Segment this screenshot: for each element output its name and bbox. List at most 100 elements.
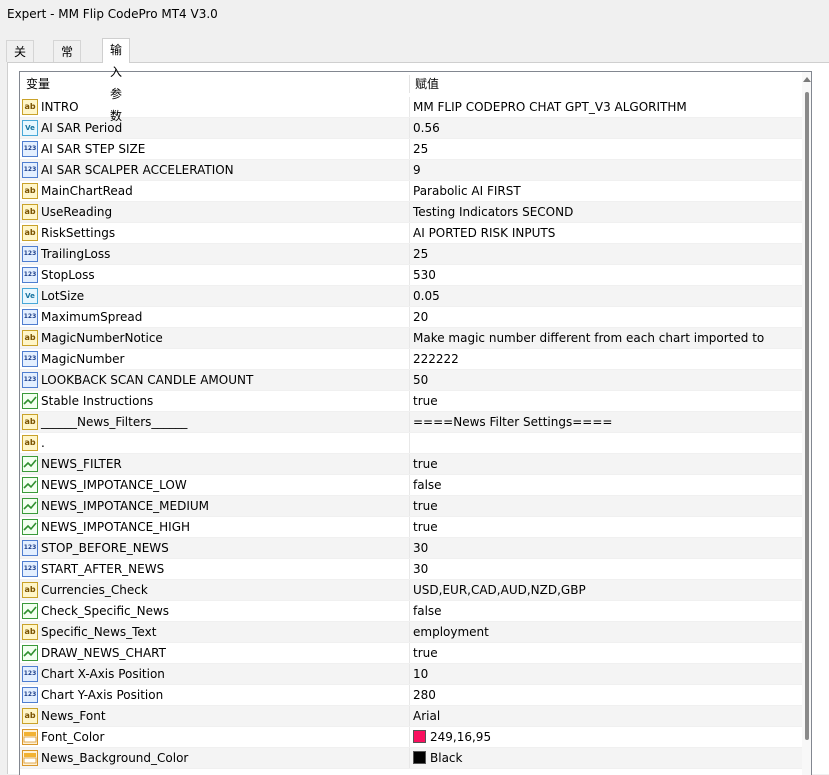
parameter-value-text: 30 (413, 541, 429, 555)
table-row[interactable]: 123 AI SAR SCALPER ACCELERATION 9 (20, 160, 802, 181)
parameter-value-text: true (413, 394, 438, 408)
tab-common[interactable]: 常用 (53, 40, 82, 81)
parameter-value[interactable]: 10 (413, 664, 428, 684)
parameter-value[interactable]: 25 (413, 244, 428, 264)
table-row[interactable]: 123 Chart Y-Axis Position 280 (20, 685, 802, 706)
parameter-value[interactable]: 249,16,95 (413, 727, 491, 747)
bool-icon (22, 456, 38, 472)
parameter-value-text: Black (430, 751, 463, 765)
table-row[interactable]: ab. (20, 433, 802, 454)
parameter-value[interactable]: 25 (413, 139, 428, 159)
parameter-value[interactable]: 0.05 (413, 286, 440, 306)
color-swatch[interactable] (413, 730, 426, 743)
cell-divider (409, 748, 410, 768)
table-row[interactable]: ab Specific_News_Text employment (20, 622, 802, 643)
scroll-up-icon[interactable] (803, 77, 811, 82)
integer-icon: 123 (22, 540, 38, 556)
parameter-value[interactable]: 50 (413, 370, 428, 390)
column-header-variable[interactable]: 变量 (26, 72, 50, 96)
parameter-value[interactable]: Testing Indicators SECOND (413, 202, 573, 222)
column-divider[interactable] (409, 75, 410, 93)
parameter-value[interactable]: 30 (413, 559, 428, 579)
bool-icon (22, 393, 38, 409)
table-row[interactable]: Ve AI SAR Period 0.56 (20, 118, 802, 139)
cell-divider (409, 202, 410, 222)
parameter-value[interactable]: employment (413, 622, 489, 642)
parameter-value[interactable]: true (413, 643, 438, 663)
parameter-value[interactable]: 9 (413, 160, 421, 180)
parameter-value[interactable]: USD,EUR,CAD,AUD,NZD,GBP (413, 580, 586, 600)
parameter-value[interactable]: ====News Filter Settings==== (413, 412, 612, 432)
color-icon (22, 729, 38, 745)
parameter-name: NEWS_IMPOTANCE_LOW (41, 478, 187, 492)
table-row[interactable]: News_Background_Color Black (20, 748, 802, 769)
table-row[interactable]: ab News_Font Arial (20, 706, 802, 727)
cell-divider (409, 244, 410, 264)
parameter-value[interactable]: 280 (413, 685, 436, 705)
parameter-value[interactable]: true (413, 454, 438, 474)
table-row[interactable]: NEWS_IMPOTANCE_MEDIUM true (20, 496, 802, 517)
parameter-value[interactable]: false (413, 601, 442, 621)
table-row[interactable]: 123 LOOKBACK SCAN CANDLE AMOUNT 50 (20, 370, 802, 391)
table-row[interactable]: ab MainChartRead Parabolic AI FIRST (20, 181, 802, 202)
parameter-value[interactable]: true (413, 391, 438, 411)
parameter-value[interactable]: AI PORTED RISK INPUTS (413, 223, 555, 243)
parameter-name: AI SAR STEP SIZE (41, 142, 146, 156)
table-row[interactable]: 123 MagicNumber 222222 (20, 349, 802, 370)
vertical-scrollbar[interactable] (802, 72, 811, 775)
cell-divider (409, 286, 410, 306)
cell-divider (409, 349, 410, 369)
table-row[interactable]: 123 STOP_BEFORE_NEWS 30 (20, 538, 802, 559)
table-row[interactable]: ab UseReading Testing Indicators SECOND (20, 202, 802, 223)
table-row[interactable]: 123 AI SAR STEP SIZE 25 (20, 139, 802, 160)
parameter-value-text: ====News Filter Settings==== (413, 415, 613, 429)
table-row[interactable]: 123 StopLoss 530 (20, 265, 802, 286)
table-row[interactable]: NEWS_FILTER true (20, 454, 802, 475)
table-row[interactable]: Font_Color 249,16,95 (20, 727, 802, 748)
table-row[interactable]: ab INTRO MM FLIP CODEPRO CHAT GPT_V3 ALGOR… (20, 97, 802, 118)
table-row[interactable]: DRAW_NEWS_CHART true (20, 643, 802, 664)
parameter-value-text: true (413, 520, 438, 534)
parameter-value[interactable]: MM FLIP CODEPRO CHAT GPT_V3 ALGORITHM (413, 97, 687, 117)
table-row[interactable]: Check_Specific_News false (20, 601, 802, 622)
parameter-value[interactable]: 222222 (413, 349, 459, 369)
tab-inputs[interactable]: 输入参数 (102, 38, 131, 123)
color-swatch[interactable] (413, 751, 426, 764)
table-row[interactable]: Ve LotSize 0.05 (20, 286, 802, 307)
parameter-value-text: false (413, 604, 442, 618)
parameter-value[interactable]: Black (413, 748, 462, 768)
table-row[interactable]: NEWS_IMPOTANCE_LOW false (20, 475, 802, 496)
parameter-value[interactable]: 20 (413, 307, 428, 327)
column-header-value[interactable]: 赋值 (415, 72, 439, 96)
parameter-name: Currencies_Check (41, 583, 148, 597)
table-row[interactable]: ab MagicNumberNotice Make magic number dif… (20, 328, 802, 349)
parameter-name: INTRO (41, 100, 79, 114)
parameter-name: LOOKBACK SCAN CANDLE AMOUNT (41, 373, 254, 387)
parameter-value[interactable]: Arial (413, 706, 440, 726)
tab-about[interactable]: 关于 (6, 40, 35, 81)
parameter-name: Check_Specific_News (41, 604, 170, 618)
string-icon: ab (22, 708, 38, 724)
parameter-value[interactable]: true (413, 496, 438, 516)
parameter-value[interactable]: true (413, 517, 438, 537)
table-row[interactable]: Stable Instructions true (20, 391, 802, 412)
table-row[interactable]: ab RiskSettings AI PORTED RISK INPUTS (20, 223, 802, 244)
parameter-name: LotSize (41, 289, 85, 303)
bool-icon (22, 645, 38, 661)
parameter-value[interactable]: 30 (413, 538, 428, 558)
scrollbar-thumb[interactable] (805, 92, 809, 740)
parameter-value[interactable]: 0.56 (413, 118, 440, 138)
parameter-value[interactable]: false (413, 475, 442, 495)
parameter-value-text: MM FLIP CODEPRO CHAT GPT_V3 ALGORITHM (413, 100, 687, 114)
table-row[interactable]: 123 MaximumSpread 20 (20, 307, 802, 328)
parameter-value[interactable]: Make magic number different from each ch… (413, 328, 764, 348)
table-row[interactable]: 123 TrailingLoss 25 (20, 244, 802, 265)
table-row[interactable]: 123 START_AFTER_NEWS 30 (20, 559, 802, 580)
table-row[interactable]: ab Currencies_Check USD,EUR,CAD,AUD,NZD,GB… (20, 580, 802, 601)
integer-icon: 123 (22, 246, 38, 262)
parameter-value[interactable]: 530 (413, 265, 436, 285)
table-row[interactable]: 123 Chart X-Axis Position 10 (20, 664, 802, 685)
parameter-value[interactable]: Parabolic AI FIRST (413, 181, 521, 201)
table-row[interactable]: NEWS_IMPOTANCE_HIGH true (20, 517, 802, 538)
table-row[interactable]: ab ______News_Filters______ ====News Filte… (20, 412, 802, 433)
